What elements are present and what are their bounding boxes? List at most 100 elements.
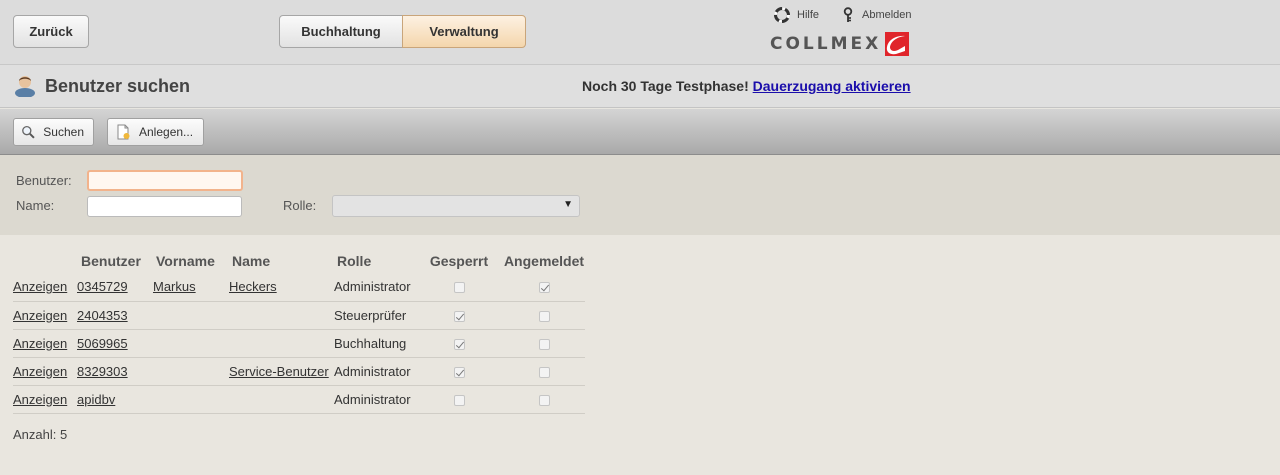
cell-first-name: Markus — [151, 273, 227, 302]
locked-checkbox[interactable] — [453, 310, 465, 322]
user-id-link[interactable]: 8329303 — [77, 364, 128, 379]
cell-logged-in — [503, 385, 585, 414]
logout-link[interactable]: Abmelden — [843, 7, 912, 23]
trial-notice: Noch 30 Tage Testphase! Dauerzugang akti… — [582, 78, 911, 94]
cell-role: Administrator — [332, 273, 415, 302]
logged-in-checkbox[interactable] — [538, 366, 550, 378]
table-row: Anzeigen 5069965 Buchhaltung — [13, 329, 585, 358]
cell-user: 5069965 — [73, 329, 151, 358]
title-bar: Benutzer suchen Noch 30 Tage Testphase! … — [0, 65, 1280, 108]
user-icon — [15, 76, 35, 97]
cell-logged-in — [503, 329, 585, 358]
name-filter-input[interactable] — [87, 196, 242, 217]
locked-checkbox[interactable] — [453, 366, 465, 378]
column-header-name: Name — [232, 253, 271, 269]
role-text: Administrator — [334, 279, 411, 295]
cell-locked — [415, 273, 503, 302]
user-id-link[interactable]: apidbv — [77, 392, 115, 407]
table-row: Anzeigen 8329303 Service-Benutzer Administr… — [13, 357, 585, 386]
toolbar: Suchen Anlegen... — [0, 109, 1280, 155]
locked-checkbox[interactable] — [453, 394, 465, 406]
role-filter-label: Rolle: — [283, 198, 317, 213]
cell-action: Anzeigen — [13, 385, 73, 414]
tab-buchhaltung[interactable]: Buchhaltung — [279, 15, 403, 48]
role-text: Buchhaltung — [334, 335, 407, 351]
cell-role: Buchhaltung — [332, 329, 415, 358]
user-id-link[interactable]: 0345729 — [77, 279, 128, 294]
logout-label: Abmelden — [862, 9, 912, 21]
search-button[interactable]: Suchen — [13, 118, 94, 146]
column-header-angemeldet: Angemeldet — [503, 253, 585, 269]
page-title: Benutzer suchen — [45, 76, 191, 96]
cell-locked — [415, 329, 503, 358]
role-filter-select[interactable]: ▼ — [332, 195, 580, 217]
cell-user: 2404353 — [73, 301, 151, 330]
table-row: Anzeigen apidbv Administrator — [13, 385, 585, 414]
back-button[interactable]: Zurück — [13, 15, 89, 48]
cell-role: Administrator — [332, 385, 415, 414]
table-row: Anzeigen 0345729 Markus Heckers Administrato… — [13, 273, 585, 302]
search-button-label: Suchen — [43, 125, 84, 139]
tab-verwaltung[interactable]: Verwaltung — [402, 15, 526, 48]
logo-text: COLLMEX — [770, 34, 882, 54]
cell-logged-in — [503, 301, 585, 330]
cell-locked — [415, 301, 503, 330]
show-link[interactable]: Anzeigen — [13, 392, 67, 407]
lifebuoy-icon — [774, 7, 790, 23]
column-header-vorname: Vorname — [156, 253, 215, 269]
show-link[interactable]: Anzeigen — [13, 364, 67, 379]
cell-last-name — [227, 385, 332, 414]
logo-mark-icon — [885, 32, 910, 56]
new-document-icon — [117, 124, 130, 140]
cell-role: Administrator — [332, 357, 415, 386]
role-text: Administrator — [334, 363, 411, 379]
cell-logged-in — [503, 357, 585, 386]
logged-in-checkbox[interactable] — [538, 394, 550, 406]
cell-action: Anzeigen — [13, 357, 73, 386]
role-text: Steuerprüfer — [334, 307, 407, 323]
help-link[interactable]: Hilfe — [774, 7, 819, 23]
search-icon — [22, 125, 35, 139]
show-link[interactable]: Anzeigen — [13, 308, 67, 323]
column-header-rolle: Rolle — [337, 253, 372, 269]
filter-panel: Benutzer: Name: Rolle: ▼ — [0, 155, 1280, 235]
cell-user: 8329303 — [73, 357, 151, 386]
cell-action: Anzeigen — [13, 273, 73, 302]
locked-checkbox[interactable] — [453, 282, 465, 294]
result-count: Anzahl: 5 — [13, 427, 68, 442]
key-icon — [843, 7, 853, 22]
cell-first-name — [151, 385, 227, 414]
cell-user: apidbv — [73, 385, 151, 414]
first-name-link[interactable]: Markus — [153, 279, 196, 294]
cell-first-name — [151, 329, 227, 358]
user-filter-label: Benutzer: — [16, 173, 72, 188]
show-link[interactable]: Anzeigen — [13, 279, 67, 294]
name-filter-label: Name: — [16, 198, 55, 213]
locked-checkbox[interactable] — [453, 338, 465, 350]
user-filter-input[interactable] — [87, 170, 243, 191]
users-table: Benutzer Vorname Name Rolle Gesperrt Ang… — [13, 249, 585, 414]
cell-logged-in — [503, 273, 585, 302]
user-id-link[interactable]: 2404353 — [77, 308, 128, 323]
table-header: Benutzer Vorname Name Rolle Gesperrt Ang… — [13, 249, 585, 273]
cell-last-name: Heckers — [227, 273, 332, 302]
cell-first-name — [151, 301, 227, 330]
last-name-link[interactable]: Service-Benutzer — [229, 364, 329, 379]
top-bar: Zurück Buchhaltung Verwaltung Hilfe Abme… — [0, 0, 1280, 65]
show-link[interactable]: Anzeigen — [13, 336, 67, 351]
last-name-link[interactable]: Heckers — [229, 279, 277, 294]
user-id-link[interactable]: 5069965 — [77, 336, 128, 351]
cell-action: Anzeigen — [13, 301, 73, 330]
trial-text: Noch 30 Tage Testphase! — [582, 78, 749, 94]
logged-in-checkbox[interactable] — [538, 282, 550, 294]
cell-user: 0345729 — [73, 273, 151, 302]
new-button[interactable]: Anlegen... — [107, 118, 204, 146]
logged-in-checkbox[interactable] — [538, 310, 550, 322]
cell-last-name: Service-Benutzer — [227, 357, 332, 386]
help-label: Hilfe — [797, 9, 820, 21]
cell-role: Steuerprüfer — [332, 301, 415, 330]
activate-link[interactable]: Dauerzugang aktivieren — [753, 78, 911, 94]
cell-last-name — [227, 301, 332, 330]
table-row: Anzeigen 2404353 Steuerprüfer — [13, 301, 585, 330]
logged-in-checkbox[interactable] — [538, 338, 550, 350]
